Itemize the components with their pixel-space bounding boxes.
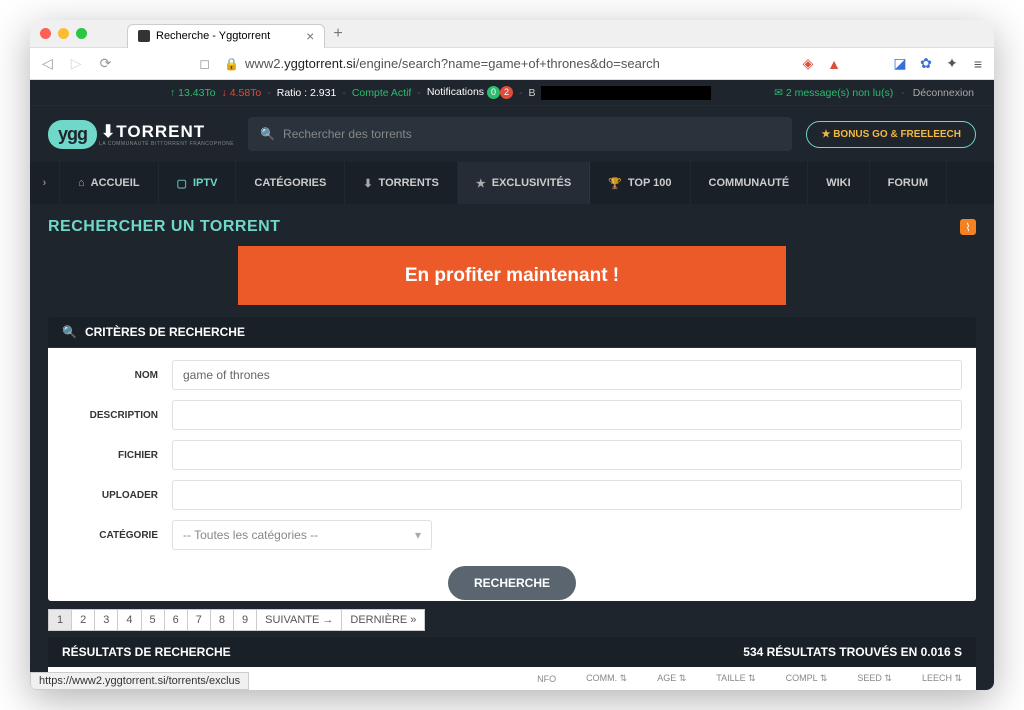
page-title: RECHERCHER UN TORRENT xyxy=(48,218,280,236)
forward-button[interactable]: ▷ xyxy=(67,53,86,74)
input-fichier[interactable] xyxy=(172,440,962,470)
results-heading: RÉSULTATS DE RECHERCHE 534 RÉSULTATS TRO… xyxy=(48,637,976,667)
label-description: DESCRIPTION xyxy=(62,410,172,421)
col-comm[interactable]: COMM. ⇅ xyxy=(586,673,627,684)
col-nfo[interactable]: NFO xyxy=(537,673,556,684)
col-compl[interactable]: COMPL ⇅ xyxy=(786,673,828,684)
logout-link[interactable]: Déconnexion xyxy=(913,87,974,99)
nav-iptv[interactable]: ▢IPTV xyxy=(159,162,237,204)
status-bar: https://www2.yggtorrent.si/torrents/excl… xyxy=(30,672,249,690)
nav-communaute[interactable]: COMMUNAUTÉ xyxy=(691,162,809,204)
url-display[interactable]: 🔒 www2.yggtorrent.si/engine/search?name=… xyxy=(224,56,660,71)
browser-window: Recherche - Yggtorrent × + ◁ ▷ ⟳ ◻ 🔒 www… xyxy=(30,20,994,690)
search-icon: 🔍 xyxy=(62,325,77,339)
notifications-link[interactable]: Notifications 02 xyxy=(427,86,513,99)
criteria-heading: 🔍 CRITÈRES DE RECHERCHE xyxy=(48,317,976,348)
search-criteria-panel: 🔍 CRITÈRES DE RECHERCHE NOM DESCRIPTION … xyxy=(48,317,976,601)
favicon-icon xyxy=(138,30,150,42)
page-5[interactable]: 5 xyxy=(141,609,165,631)
bonus-button[interactable]: ★ BONUS GO & FREELEECH xyxy=(806,121,976,148)
nav-forum[interactable]: FORUM xyxy=(870,162,947,204)
logo-badge: ygg xyxy=(48,120,97,149)
site-logo[interactable]: ygg ⬇TORRENT LA COMMUNAUTÉ BITTORRENT FR… xyxy=(48,120,234,149)
browser-tab[interactable]: Recherche - Yggtorrent × xyxy=(127,24,325,48)
warning-icon[interactable]: ▲ xyxy=(826,56,842,72)
nav-torrents[interactable]: ⬇TORRENTS xyxy=(345,162,458,204)
ratio-stat: Ratio : 2.931 xyxy=(277,87,337,99)
label-nom: NOM xyxy=(62,370,172,381)
pagination: 1 2 3 4 5 6 7 8 9 SUIVANTE → DERNIÈRE » xyxy=(48,609,976,631)
brave-shield-icon[interactable]: ◈ xyxy=(800,56,816,72)
extension-icon[interactable]: ◪ xyxy=(892,56,908,72)
label-fichier: FICHIER xyxy=(62,450,172,461)
site-header: ygg ⬇TORRENT LA COMMUNAUTÉ BITTORRENT FR… xyxy=(30,106,994,162)
reload-button[interactable]: ⟳ xyxy=(96,53,116,74)
nav-accueil[interactable]: ⌂ACCUEIL xyxy=(60,162,159,204)
extension-icon-2[interactable]: ✿ xyxy=(918,56,934,72)
nav-categories[interactable]: CATÉGORIES xyxy=(236,162,345,204)
label-uploader: UPLOADER xyxy=(62,490,172,501)
results-count: 534 RÉSULTATS TROUVÉS EN 0.016 S xyxy=(743,645,962,659)
download-stat: ↓ 4.58To xyxy=(222,87,262,99)
upload-stat: ↑ 13.43To xyxy=(170,87,216,99)
tab-title: Recherche - Yggtorrent xyxy=(156,30,270,42)
label-categorie: CATÉGORIE xyxy=(62,530,172,541)
settings-icon[interactable]: ≡ xyxy=(970,56,986,72)
back-button[interactable]: ◁ xyxy=(38,53,57,74)
chevron-down-icon: ▾ xyxy=(415,528,421,542)
close-tab-icon[interactable]: × xyxy=(306,28,314,44)
search-submit-button[interactable]: RECHERCHE xyxy=(448,566,576,600)
nav-wiki[interactable]: WIKI xyxy=(808,162,869,204)
lock-icon: 🔒 xyxy=(224,57,239,71)
col-age[interactable]: AGE ⇅ xyxy=(657,673,686,684)
close-window-icon[interactable] xyxy=(40,28,51,39)
col-seed[interactable]: SEED ⇅ xyxy=(857,673,892,684)
bookmark-icon[interactable]: ◻ xyxy=(195,54,214,74)
maximize-window-icon[interactable] xyxy=(76,28,87,39)
minimize-window-icon[interactable] xyxy=(58,28,69,39)
address-bar: ◁ ▷ ⟳ ◻ 🔒 www2.yggtorrent.si/engine/sear… xyxy=(30,48,994,80)
page-2[interactable]: 2 xyxy=(71,609,95,631)
input-nom[interactable] xyxy=(172,360,962,390)
page-7[interactable]: 7 xyxy=(187,609,211,631)
search-icon: 🔍 xyxy=(260,127,275,141)
page-9[interactable]: 9 xyxy=(233,609,257,631)
col-leech[interactable]: LEECH ⇅ xyxy=(922,673,962,684)
messages-link[interactable]: ✉ 2 message(s) non lu(s) xyxy=(774,87,893,99)
nav-top100[interactable]: 🏆TOP 100 xyxy=(590,162,690,204)
promo-banner[interactable]: En profiter maintenant ! xyxy=(238,246,786,305)
page-8[interactable]: 8 xyxy=(210,609,234,631)
window-controls xyxy=(40,28,87,39)
page-next[interactable]: SUIVANTE → xyxy=(256,609,342,631)
nav-exclusivites[interactable]: ★EXCLUSIVITÉS xyxy=(458,162,590,204)
titlebar: Recherche - Yggtorrent × + xyxy=(30,20,994,48)
main-nav: › ⌂ACCUEIL ▢IPTV CATÉGORIES ⬇TORRENTS ★E… xyxy=(30,162,994,204)
rss-icon[interactable]: ⌇ xyxy=(960,219,976,235)
search-placeholder: Rechercher des torrents xyxy=(283,127,412,141)
nav-scroll-left[interactable]: › xyxy=(30,162,60,204)
select-categorie[interactable]: -- Toutes les catégories -- ▾ xyxy=(172,520,432,550)
input-description[interactable] xyxy=(172,400,962,430)
page-last[interactable]: DERNIÈRE » xyxy=(341,609,425,631)
logo-text: ⬇TORRENT xyxy=(101,122,234,142)
col-taille[interactable]: TAILLE ⇅ xyxy=(716,673,755,684)
page-1[interactable]: 1 xyxy=(48,609,72,631)
new-tab-button[interactable]: + xyxy=(333,25,342,43)
page-content: ↑ 13.43To ↓ 4.58To - Ratio : 2.931 - Com… xyxy=(30,80,994,690)
header-search[interactable]: 🔍 Rechercher des torrents xyxy=(248,117,792,151)
user-stats-bar: ↑ 13.43To ↓ 4.58To - Ratio : 2.931 - Com… xyxy=(30,80,994,106)
account-status[interactable]: Compte Actif xyxy=(352,87,412,99)
main-content: RECHERCHER UN TORRENT ⌇ En profiter main… xyxy=(30,204,994,690)
redacted-box xyxy=(541,86,711,100)
puzzle-icon[interactable]: ✦ xyxy=(944,56,960,72)
page-4[interactable]: 4 xyxy=(117,609,141,631)
input-uploader[interactable] xyxy=(172,480,962,510)
page-3[interactable]: 3 xyxy=(94,609,118,631)
page-6[interactable]: 6 xyxy=(164,609,188,631)
